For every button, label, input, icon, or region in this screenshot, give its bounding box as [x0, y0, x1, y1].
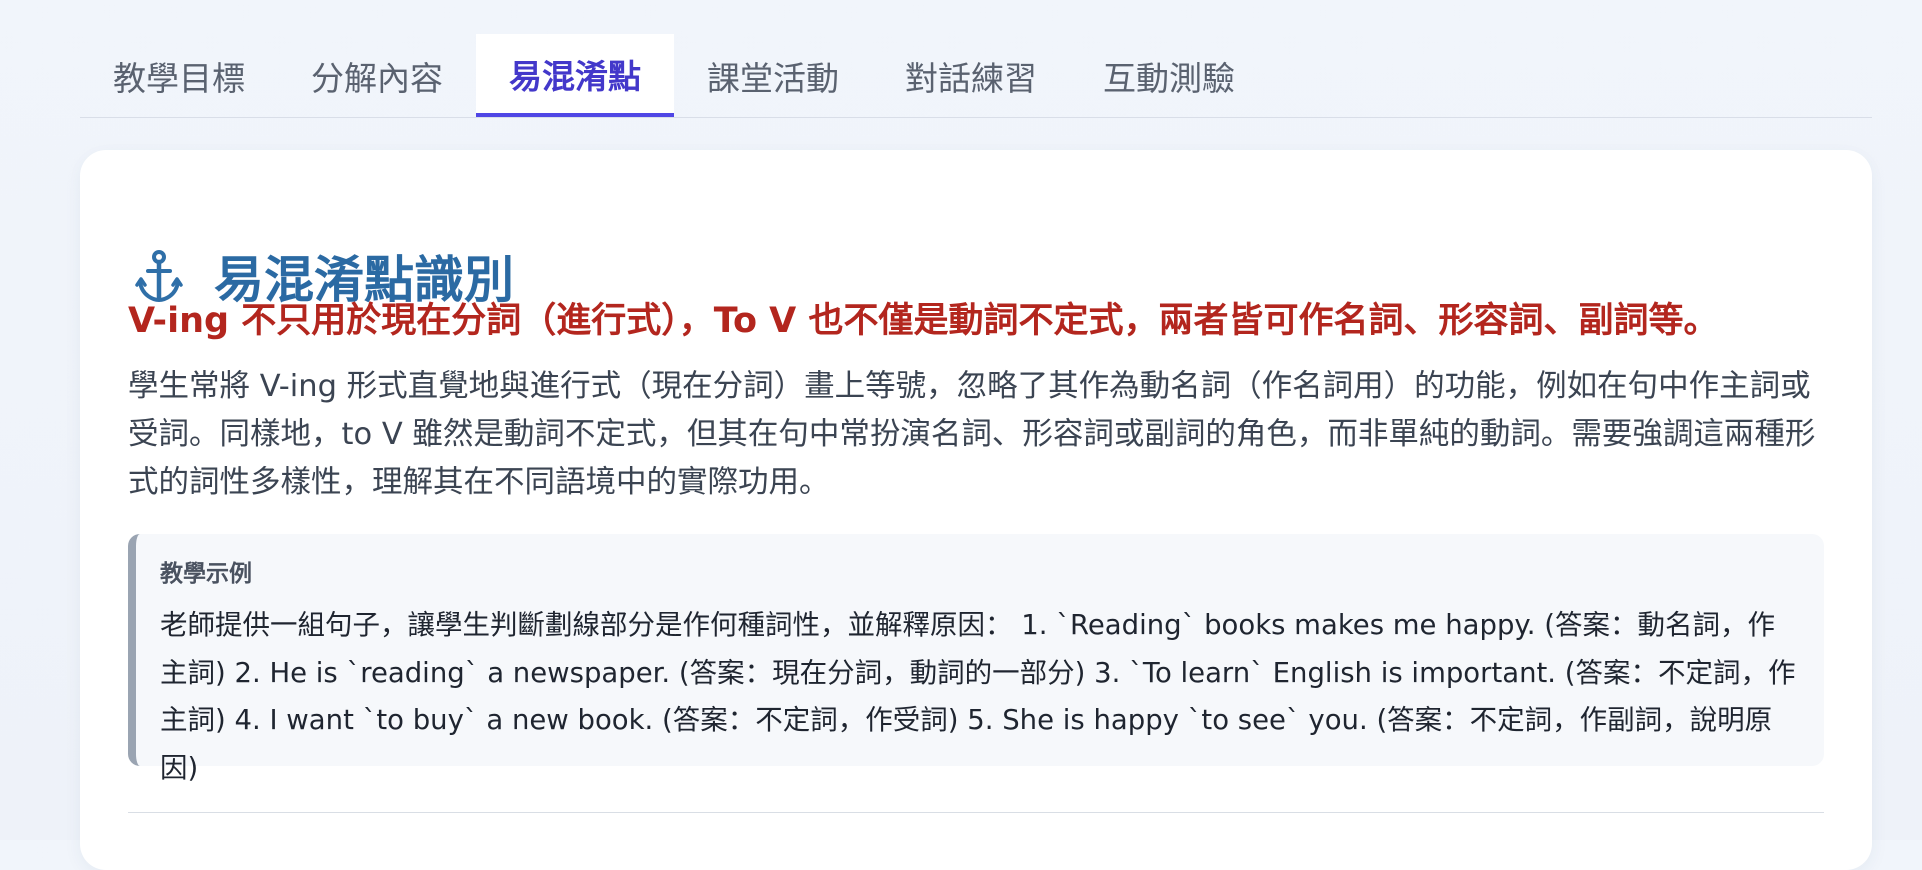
- tab-label: 課堂活動: [707, 58, 839, 98]
- key-point-highlight: V-ing 不只用於現在分詞（進行式），To V 也不僅是動詞不定式，兩者皆可作…: [128, 301, 1719, 341]
- tab-label: 對話練習: [905, 58, 1037, 98]
- tab-teaching-goals[interactable]: 教學目標: [80, 34, 278, 117]
- tab-breakdown-content[interactable]: 分解內容: [278, 34, 476, 117]
- tab-label: 互動測驗: [1103, 58, 1235, 98]
- tab-label: 分解內容: [311, 58, 443, 98]
- tab-interactive-quiz[interactable]: 互動測驗: [1070, 34, 1268, 117]
- example-label: 教學示例: [160, 561, 252, 587]
- tab-confusion-points[interactable]: 易混淆點: [476, 34, 674, 117]
- tab-class-activities[interactable]: 課堂活動: [674, 34, 872, 117]
- tab-label: 易混淆點: [509, 56, 641, 96]
- content-card: 易混淆點識別 V-ing 不只用於現在分詞（進行式），To V 也不僅是動詞不定…: [80, 150, 1872, 870]
- tab-bar: 教學目標 分解內容 易混淆點 課堂活動 對話練習 互動測驗: [80, 34, 1872, 118]
- section-description: 學生常將 V-ing 形式直覺地與進行式（現在分詞）畫上等號，忽略了其作為動名詞…: [128, 369, 1816, 500]
- divider: [128, 812, 1824, 813]
- tab-label: 教學目標: [113, 58, 245, 98]
- example-text: 老師提供一組句子，讓學生判斷劃線部分是作何種詞性，並解釋原因： 1. `Read…: [160, 609, 1796, 784]
- teaching-example-box: 教學示例 老師提供一組句子，讓學生判斷劃線部分是作何種詞性，並解釋原因： 1. …: [128, 534, 1824, 784]
- tab-dialogue-practice[interactable]: 對話練習: [872, 34, 1070, 117]
